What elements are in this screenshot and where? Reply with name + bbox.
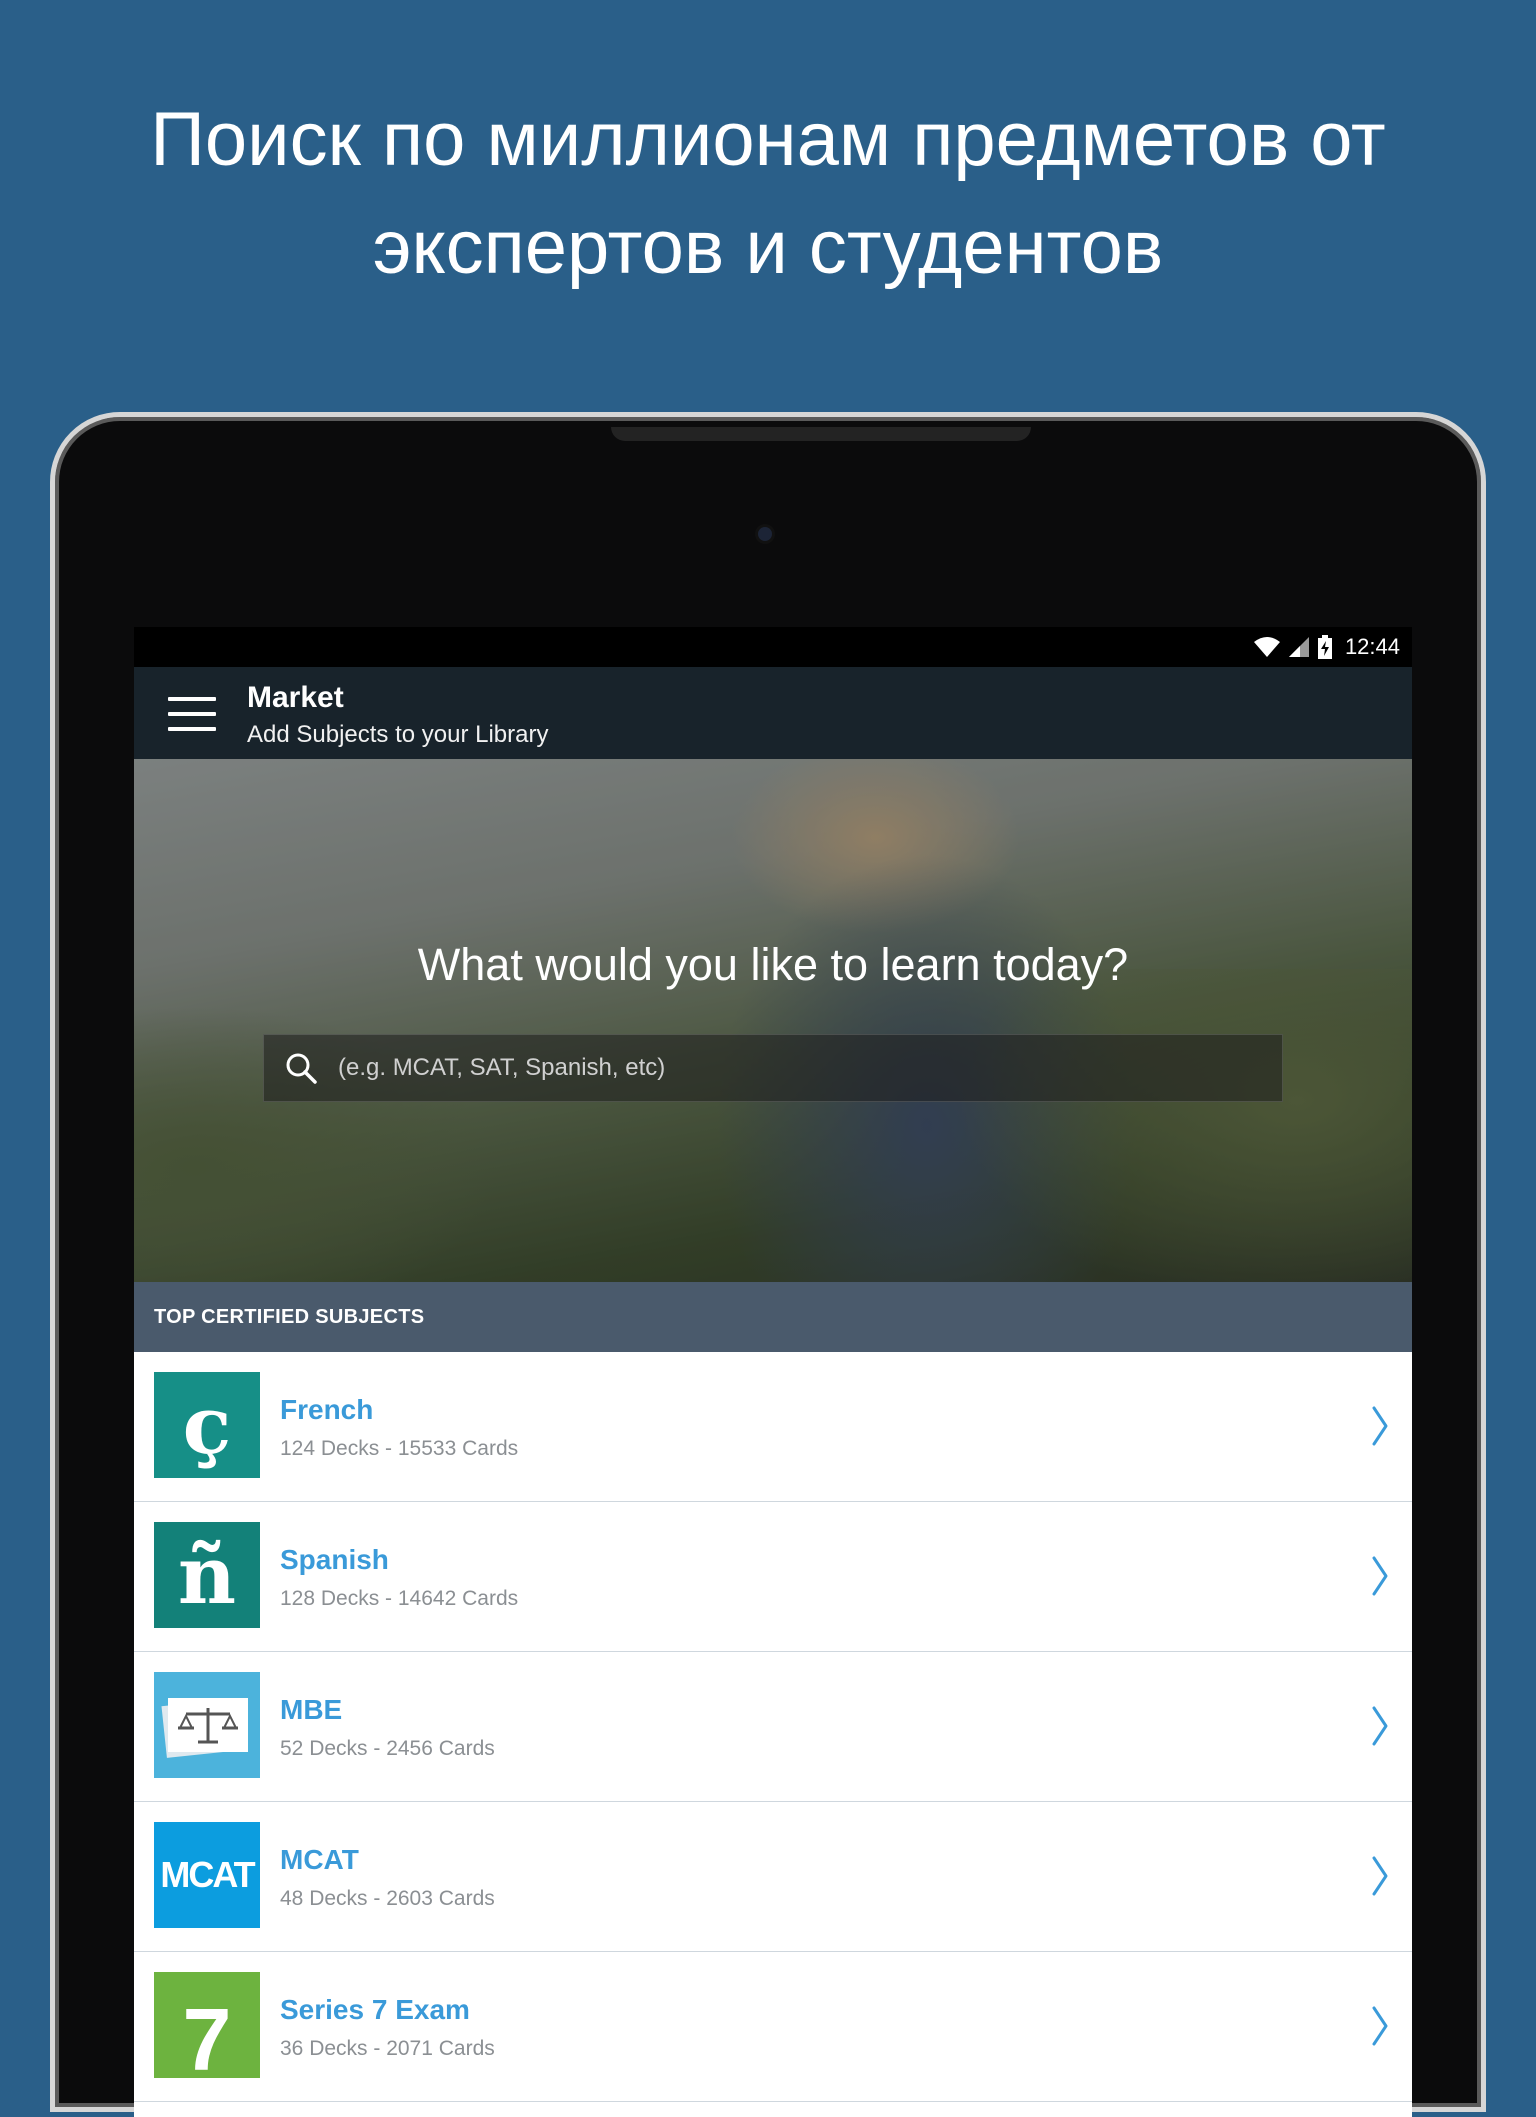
app-bar: Market Add Subjects to your Library — [134, 667, 1412, 759]
tablet-frame: 12:44 Market Add Subjects to your Librar… — [50, 412, 1486, 2117]
subject-meta: 124 Decks - 15533 Cards — [280, 1437, 519, 1460]
subject-row[interactable]: ñ Spanish 128 Decks - 14642 Cards — [134, 1502, 1412, 1652]
hero-banner: What would you like to learn today? (e.g… — [134, 759, 1412, 1282]
hero-question: What would you like to learn today? — [417, 939, 1129, 990]
chevron-right-icon[interactable] — [1368, 1404, 1392, 1448]
subject-name: French — [280, 1394, 374, 1425]
page-subtitle: Add Subjects to your Library — [247, 721, 549, 748]
status-time: 12:44 — [1344, 634, 1400, 659]
search-input[interactable]: (e.g. MCAT, SAT, Spanish, etc) — [263, 1034, 1283, 1102]
subject-meta: 36 Decks - 2071 Cards — [280, 2037, 495, 2060]
subject-name: MCAT — [280, 1844, 359, 1875]
signal-icon — [1288, 637, 1309, 657]
hamburger-menu-icon[interactable] — [168, 697, 216, 731]
wifi-icon — [1253, 637, 1280, 657]
subject-meta: 52 Decks - 2456 Cards — [280, 1737, 495, 1760]
spanish-n-tilde-icon: ñ — [154, 1522, 260, 1628]
subject-icon-glyph: ç — [182, 1378, 232, 1472]
status-bar: 12:44 — [134, 627, 1412, 667]
subject-list: ç French 124 Decks - 15533 Cards ñ Spanish 12… — [134, 1352, 1412, 2102]
subject-meta: 128 Decks - 14642 Cards — [280, 1587, 519, 1610]
subject-icon-glyph: MCAT — [160, 1854, 255, 1895]
subject-name: MBE — [280, 1694, 343, 1725]
scales-of-justice-icon — [154, 1672, 260, 1778]
chevron-right-icon[interactable] — [1368, 2004, 1392, 2048]
subject-icon-glyph: ñ — [177, 1528, 237, 1622]
subject-meta: 48 Decks - 2603 Cards — [280, 1887, 495, 1910]
page-title: Market — [247, 681, 344, 714]
series-7-logo-icon: 7 — [154, 1972, 260, 2078]
chevron-right-icon[interactable] — [1368, 1704, 1392, 1748]
subject-row[interactable]: MCAT MCAT 48 Decks - 2603 Cards — [134, 1802, 1412, 1952]
subject-name: Series 7 Exam — [280, 1994, 470, 2025]
app-screen: 12:44 Market Add Subjects to your Librar… — [134, 627, 1412, 2117]
section-header: TOP CERTIFIED SUBJECTS — [134, 1282, 1412, 1352]
search-icon — [286, 1053, 317, 1084]
promo-headline: Поиск по миллионам предметов от эксперто… — [0, 86, 1536, 302]
subject-icon-glyph: 7 — [182, 1990, 232, 2078]
chevron-right-icon[interactable] — [1368, 1554, 1392, 1598]
search-placeholder: (e.g. MCAT, SAT, Spanish, etc) — [338, 1054, 666, 1081]
speaker-grille — [611, 427, 1031, 441]
subject-row[interactable]: 7 Series 7 Exam 36 Decks - 2071 Cards — [134, 1952, 1412, 2102]
subject-row[interactable]: ç French 124 Decks - 15533 Cards — [134, 1352, 1412, 1502]
chevron-right-icon[interactable] — [1368, 1854, 1392, 1898]
mcat-logo-icon: MCAT — [154, 1822, 260, 1928]
subject-row[interactable]: MBE 52 Decks - 2456 Cards — [134, 1652, 1412, 1802]
battery-charging-icon — [1317, 635, 1332, 659]
camera-icon — [758, 527, 772, 541]
subject-name: Spanish — [280, 1544, 389, 1575]
french-c-cedilla-icon: ç — [154, 1372, 260, 1478]
promo-line-2: экспертов и студентов — [372, 205, 1164, 290]
promo-line-1: Поиск по миллионам предметов от — [150, 97, 1386, 182]
